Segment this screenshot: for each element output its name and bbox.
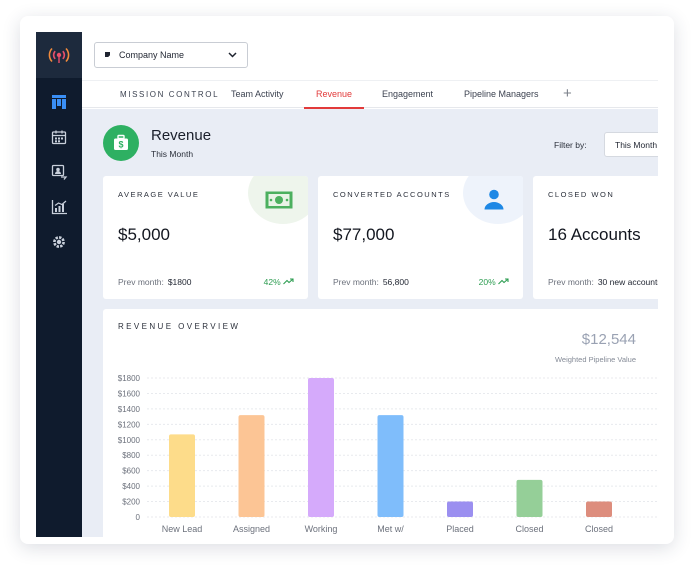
broadcast-logo-icon[interactable] xyxy=(36,32,82,78)
closed-won-card: CLOSED WON 16 Accounts Prev month: 30 new… xyxy=(533,176,658,299)
analytics-icon[interactable] xyxy=(49,197,69,217)
main-area: Company Name MISSION CONTROL Team Activi… xyxy=(82,32,658,537)
tab-pipeline-managers[interactable]: Pipeline Managers xyxy=(464,81,539,109)
page-title: Revenue xyxy=(151,127,212,144)
trend-up-icon xyxy=(283,277,294,287)
settings-icon[interactable] xyxy=(49,232,69,252)
tab-bar: MISSION CONTROL Team Activity Revenue En… xyxy=(82,80,658,109)
chart-bar[interactable] xyxy=(377,415,404,517)
chart-bar[interactable] xyxy=(308,378,334,517)
y-tick-label: $200 xyxy=(122,498,140,507)
x-tick-label: Closed xyxy=(515,524,543,534)
x-tick-label: Met w/ xyxy=(377,524,404,534)
x-tick-label: New Lead xyxy=(162,524,203,534)
x-tick-label: Assigned xyxy=(233,524,270,534)
card-prev-value: 30 new accounts xyxy=(597,277,658,287)
svg-text:$: $ xyxy=(118,140,123,150)
card-prev: Prev month: $1800 xyxy=(118,277,192,287)
card-percent: 20% xyxy=(479,277,509,287)
y-tick-label: $1400 xyxy=(118,405,141,414)
card-prev: Prev month: 56,800 xyxy=(333,277,409,287)
card-prev: Prev month: 30 new accounts xyxy=(548,277,658,287)
card-label: AVERAGE VALUE xyxy=(118,190,200,199)
tab-mission-control[interactable]: MISSION CONTROL xyxy=(120,81,219,109)
page-subtitle: This Month xyxy=(151,149,194,159)
company-name: Company Name xyxy=(119,50,185,60)
revenue-overview-panel: REVENUE OVERVIEW $12,544 Weighted Pipeli… xyxy=(103,309,658,537)
dashboard-icon[interactable] xyxy=(49,92,69,112)
card-value: $77,000 xyxy=(333,225,395,244)
y-tick-label: $800 xyxy=(122,451,140,460)
tab-engagement[interactable]: Engagement xyxy=(382,81,433,109)
y-tick-label: $1800 xyxy=(118,374,141,383)
y-tick-label: $600 xyxy=(122,467,140,476)
card-label: CONVERTED ACCOUNTS xyxy=(333,190,451,199)
converted-accounts-card: CONVERTED ACCOUNTS $77,000 Prev month: 56… xyxy=(318,176,523,299)
card-label: CLOSED WON xyxy=(548,190,615,199)
filter-label: Filter by: xyxy=(554,140,587,150)
trend-up-icon xyxy=(498,277,509,287)
chevron-down-icon xyxy=(228,50,237,60)
card-value: 16 Accounts xyxy=(548,225,641,244)
card-percent: 42% xyxy=(264,277,294,287)
x-tick-label: Closed xyxy=(585,524,613,534)
chart-bar[interactable] xyxy=(586,501,612,517)
y-tick-label: $1600 xyxy=(118,389,141,398)
user-icon xyxy=(483,188,505,215)
add-tab-button[interactable]: + xyxy=(563,81,572,109)
x-tick-label: Working xyxy=(305,524,338,534)
tab-revenue[interactable]: Revenue xyxy=(304,81,364,109)
y-tick-label: $400 xyxy=(122,482,140,491)
card-prev-value: $1800 xyxy=(167,277,192,287)
y-tick-label: $1200 xyxy=(118,420,141,429)
chart-bar[interactable] xyxy=(238,415,265,517)
chart-bar[interactable] xyxy=(169,434,195,517)
sidebar xyxy=(36,32,82,537)
chart-bar[interactable] xyxy=(516,479,543,517)
revenue-content: $ Revenue This Month Filter by: This Mon… xyxy=(82,109,658,537)
cash-icon xyxy=(265,191,293,214)
card-prev-value: 56,800 xyxy=(382,277,409,287)
filter-select[interactable]: This Month xyxy=(604,132,658,157)
x-tick-label: Placed xyxy=(446,524,474,534)
company-select[interactable]: Company Name xyxy=(94,42,248,68)
card-value: $5,000 xyxy=(118,225,170,244)
contacts-icon[interactable] xyxy=(49,162,69,182)
chart-bar[interactable] xyxy=(447,501,473,517)
briefcase-dollar-icon: $ xyxy=(103,125,139,161)
revenue-bar-chart: 0 $200 $400 $600 $800 $1000 $1200 $1400 $1600 $18… xyxy=(118,374,658,534)
calendar-icon[interactable] xyxy=(49,127,69,147)
y-tick-label: $1000 xyxy=(118,436,141,445)
average-value-card: AVERAGE VALUE $5,000 Prev month: $1800 42… xyxy=(103,176,308,299)
tab-team-activity[interactable]: Team Activity xyxy=(231,81,284,109)
app-window: Company Name MISSION CONTROL Team Activi… xyxy=(20,16,674,544)
y-tick-label: 0 xyxy=(136,513,141,522)
company-logo-icon xyxy=(104,50,111,60)
